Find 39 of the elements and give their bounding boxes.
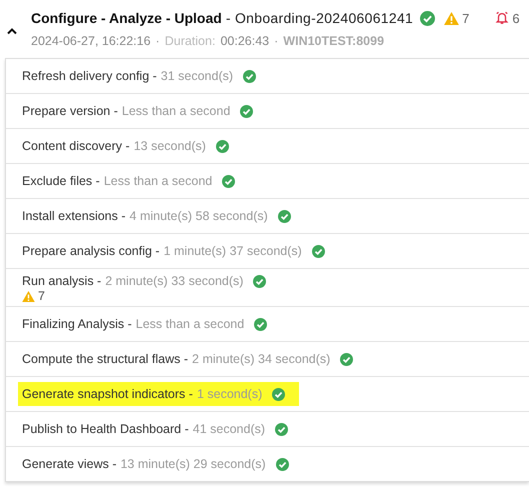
step-name: Run analysis - xyxy=(22,274,102,288)
caret-icon[interactable] xyxy=(7,27,17,35)
host-name: WIN10TEST:8099 xyxy=(283,34,384,48)
step-duration: 13 minute(s) 29 second(s) xyxy=(120,457,266,471)
duration-label: Duration: xyxy=(164,34,216,48)
separator-dot: · xyxy=(274,34,278,48)
step-duration: 2 minute(s) 34 second(s) xyxy=(192,352,330,366)
warning-icon xyxy=(444,12,460,24)
step-name: Finalizing Analysis - xyxy=(22,317,132,331)
run-date: 2024-06-27, 16:22:16 xyxy=(31,34,151,48)
step-name: Publish to Health Dashboard - xyxy=(22,422,189,436)
separator-dot: · xyxy=(156,34,160,48)
step-duration: Less than a second xyxy=(122,104,230,118)
step-duration: 41 second(s) xyxy=(192,422,266,436)
alarm-count: 6 xyxy=(512,10,520,26)
step-duration: 1 second(s) xyxy=(196,387,262,401)
run-name: - Onboarding-202406061241 xyxy=(226,10,414,26)
step-duration: 2 minute(s) 33 second(s) xyxy=(105,274,244,288)
step-duration: 13 second(s) xyxy=(134,139,206,153)
step-name: Install extensions - xyxy=(22,209,126,223)
step-name: Prepare analysis config - xyxy=(22,244,160,258)
step-name: Exclude files - xyxy=(22,174,100,188)
step-name: Compute the structural flaws - xyxy=(22,352,188,366)
warning-count: 7 xyxy=(462,10,470,26)
step-name: Generate views - xyxy=(22,457,116,471)
warning-count: 7 xyxy=(38,289,45,303)
alarm-bell-icon xyxy=(495,11,510,25)
step-name: Refresh delivery config - xyxy=(22,69,157,83)
pipeline-title: Configure - Analyze - Upload xyxy=(31,10,222,26)
step-duration: Less than a second xyxy=(136,317,244,331)
step-name: Content discovery - xyxy=(22,139,130,153)
step-name: Prepare version - xyxy=(22,104,118,118)
warning-icon xyxy=(22,290,35,302)
step-duration: 31 second(s) xyxy=(160,69,234,83)
step-duration: 4 minute(s) 58 second(s) xyxy=(130,209,268,223)
duration-value: 00:26:43 xyxy=(220,34,270,48)
step-duration: 1 minute(s) 37 second(s) xyxy=(164,244,302,258)
step-name: Generate snapshot indicators - xyxy=(22,387,193,401)
step-duration: Less than a second xyxy=(104,174,212,188)
